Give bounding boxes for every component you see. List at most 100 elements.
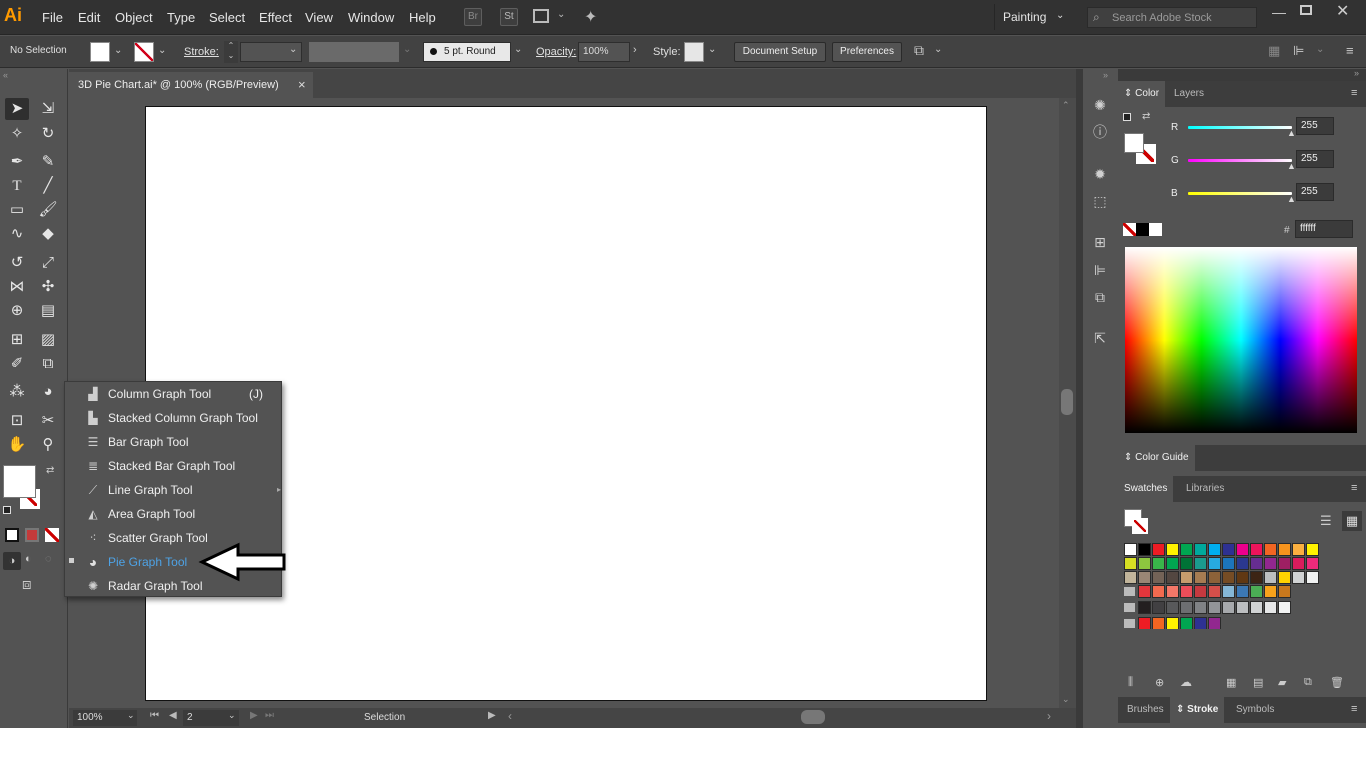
panel-menu-icon[interactable]: ≡ [1351,482,1357,494]
swatch[interactable] [1194,543,1207,556]
arrange-icon[interactable]: ⧉ [914,42,924,59]
swatch[interactable] [1166,585,1179,598]
r-slider[interactable] [1188,126,1292,129]
swatch[interactable] [1208,585,1221,598]
swatch[interactable] [1180,585,1193,598]
bar-graph-tool[interactable]: ☰ Bar Graph Tool [81,430,281,454]
menu-help[interactable]: Help [409,10,436,25]
align-icon[interactable]: ⊫ [1091,261,1109,279]
pen-tool-icon[interactable]: ✒ [5,151,29,173]
bridge-button[interactable]: Br [464,8,482,26]
gradient-mode-icon[interactable] [25,528,39,542]
menu-type[interactable]: Type [167,10,195,25]
fill-color-box[interactable] [3,465,36,498]
lasso-tool-icon[interactable]: ↻ [36,123,60,145]
swatch[interactable] [1138,543,1151,556]
info-icon[interactable]: ⓘ [1091,123,1109,141]
swatch[interactable] [1222,585,1235,598]
swatch[interactable] [1278,543,1291,556]
menu-view[interactable]: View [305,10,333,25]
swatch[interactable] [1264,601,1277,614]
stock-button[interactable]: St [500,8,518,26]
swatch[interactable] [1264,557,1277,570]
swatch[interactable] [1166,601,1179,614]
chevron-down-icon[interactable]: ⌄ [158,45,166,56]
g-slider-handle[interactable]: ▲ [1287,161,1296,171]
swatch[interactable] [1264,571,1277,584]
swatch[interactable] [1180,571,1193,584]
default-colors-icon[interactable] [1123,113,1131,121]
swatch[interactable] [1152,557,1165,570]
swatch[interactable] [1166,557,1179,570]
variable-width-profile[interactable] [309,42,399,62]
fill-color-box[interactable] [1124,133,1144,153]
swatch[interactable] [1152,543,1165,556]
swatch[interactable] [1208,543,1221,556]
export-icon[interactable]: ⬚ [1091,192,1109,210]
swatch[interactable] [1250,557,1263,570]
swatch[interactable] [1180,601,1193,614]
chevron-down-icon[interactable]: ⌄ [228,710,236,721]
hex-field[interactable]: ffffff [1295,220,1353,238]
chevron-down-icon[interactable]: ⌄ [289,44,297,55]
shaper-tool-icon[interactable]: ∿ [5,223,29,245]
scroll-up-arrow[interactable]: ⌃ [1062,100,1070,111]
curvature-tool-icon[interactable]: ✎ [36,151,60,173]
eraser-tool-icon[interactable]: ◆ [36,223,60,245]
eyedropper-tool-icon[interactable]: ✐ [5,353,29,375]
shape-builder-tool-icon[interactable]: ⊕ [5,300,29,322]
r-slider-handle[interactable]: ▲ [1287,128,1296,138]
swatch[interactable] [1208,571,1221,584]
tab-color[interactable]: ⇕ Color [1118,81,1166,107]
opacity-field[interactable]: 100% [578,42,630,62]
menu-file[interactable]: File [42,10,63,25]
swatch[interactable] [1236,557,1249,570]
swatch[interactable] [1124,571,1137,584]
panel-menu-icon[interactable]: ≡ [1351,87,1357,99]
swatch[interactable] [1250,571,1263,584]
magic-wand-tool-icon[interactable]: ✧ [5,123,29,145]
tab-swatches[interactable]: Swatches [1118,476,1174,502]
stacked-bar-graph-tool[interactable]: ≣ Stacked Bar Graph Tool [81,454,281,478]
panel-menu-icon[interactable]: ≡ [1351,703,1357,715]
artboard-tool-icon[interactable]: ⊡ [5,410,29,432]
column-graph-tool[interactable]: ▟ Column Graph Tool (J) [81,382,281,406]
collapse-icon[interactable]: » [1103,70,1108,80]
minimize-button[interactable]: — [1272,4,1286,20]
swatch[interactable] [1236,543,1249,556]
pathfinder-icon[interactable]: ⧉ [1091,288,1109,306]
swatch[interactable] [1124,543,1137,556]
chevron-down-icon[interactable]: ⌄ [708,44,716,55]
b-value-field[interactable]: 255 [1296,183,1334,201]
rectangle-tool-icon[interactable]: ▭ [5,199,29,221]
stroke-color-box[interactable] [1132,518,1148,534]
horizontal-scroll-thumb[interactable] [801,710,825,724]
swatch[interactable] [1194,585,1207,598]
swatch[interactable] [1292,557,1305,570]
swatch[interactable] [1124,557,1137,570]
swatch[interactable] [1222,571,1235,584]
document-tab[interactable]: 3D Pie Chart.ai* @ 100% (RGB/Preview) × [69,72,313,98]
swatch[interactable] [1208,557,1221,570]
swatch[interactable] [1306,543,1319,556]
chevron-down-icon[interactable]: ⌄ [1316,44,1324,55]
swatch-group-folder-icon[interactable] [1124,619,1135,628]
gpu-performance-icon[interactable]: ✦ [584,7,597,27]
stock-search-input[interactable]: ⌕ Search Adobe Stock [1087,7,1257,28]
previous-artboard-icon[interactable]: ◀ [169,710,177,721]
swatch[interactable] [1138,585,1151,598]
stroke-label[interactable]: Stroke: [184,46,219,58]
menu-effect[interactable]: Effect [259,10,292,25]
color-mode-icon[interactable] [5,528,19,542]
line-graph-tool[interactable]: ⟋ Line Graph Tool [81,478,281,502]
scroll-thumb[interactable] [1061,389,1073,415]
swatch[interactable] [1236,585,1249,598]
selection-tool-icon[interactable]: ➤ [5,98,29,120]
swatch[interactable] [1306,557,1319,570]
workspace-switcher[interactable]: Painting [1003,10,1046,24]
add-selected-icon[interactable]: ⊕ [1155,676,1164,689]
arrange-documents-icon[interactable] [533,9,549,23]
r-value-field[interactable]: 255 [1296,117,1334,135]
tab-libraries[interactable]: Libraries [1180,476,1230,502]
stroke-swatch[interactable] [134,42,154,62]
